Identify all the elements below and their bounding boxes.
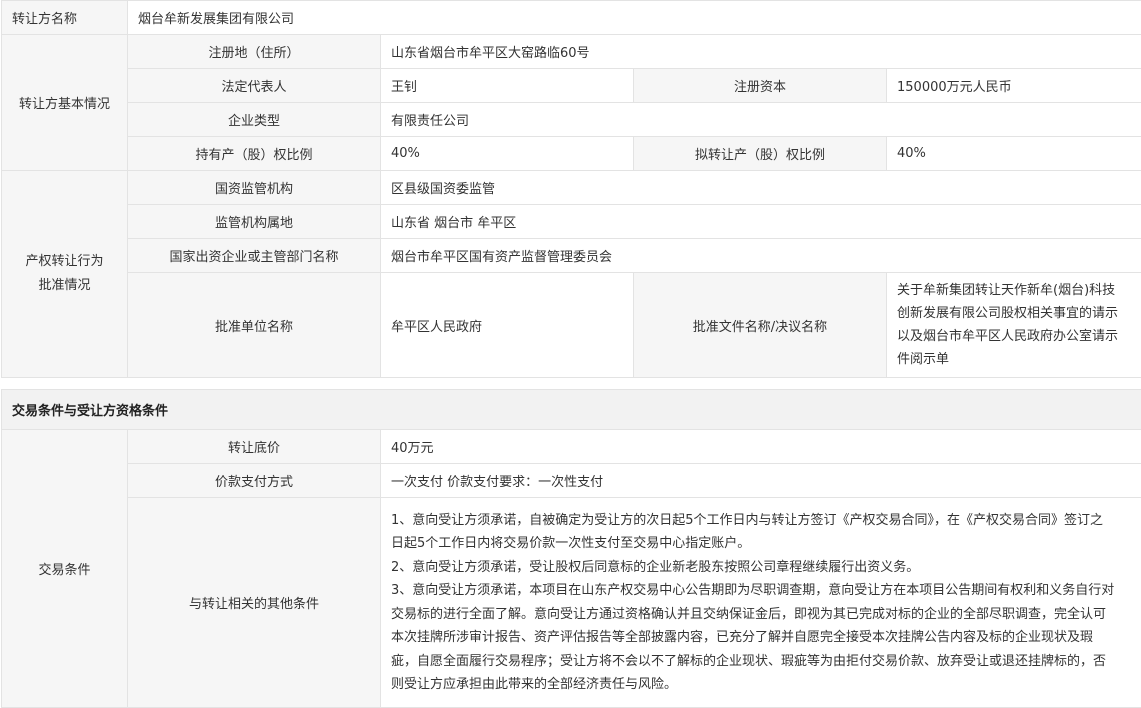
condition-line: 2、意向受让方须承诺，受让股权后同意标的企业新老股东按照公司章程继续履行出资义务…: [391, 556, 1131, 580]
price-label: 转让底价: [128, 430, 381, 464]
transferor-basic-label: 转让方基本情况: [2, 35, 128, 171]
approval-doc-line: 创新发展有限公司股权相关事宜的请示: [897, 302, 1131, 325]
transferor-name-value: 烟台牟新发展集团有限公司: [128, 1, 1141, 35]
approval-doc-label: 批准文件名称/决议名称: [634, 273, 887, 378]
trade-conditions-table: 交易条件与受让方资格条件 交易条件 转让底价 40万元 价款支付方式 一次支付 …: [1, 389, 1141, 708]
dept-value: 烟台市牟平区国有资产监督管理委员会: [381, 239, 1141, 273]
capital-value: 150000万元人民币: [887, 69, 1141, 103]
legal-rep-value: 王钊: [381, 69, 634, 103]
enterprise-type-value: 有限责任公司: [381, 103, 1141, 137]
transfer-ratio-value: 40%: [887, 137, 1141, 171]
hold-ratio-label: 持有产（股）权比例: [128, 137, 381, 171]
transferor-info-table: 转让方名称 烟台牟新发展集团有限公司 转让方基本情况 注册地（住所） 山东省烟台…: [1, 0, 1141, 378]
section-gap: [0, 379, 1141, 389]
other-conditions-label: 与转让相关的其他条件: [128, 498, 381, 708]
region-label: 监管机构属地: [128, 205, 381, 239]
payment-label: 价款支付方式: [128, 464, 381, 498]
region-value: 山东省 烟台市 牟平区: [381, 205, 1141, 239]
address-value: 山东省烟台市牟平区大窑路临60号: [381, 35, 1141, 69]
approval-section-label: 产权转让行为 批准情况: [2, 171, 128, 378]
approval-label-line2: 批准情况: [12, 274, 117, 298]
condition-line: 日起5个工作日内将交易价款一次性支付至交易中心指定账户。: [391, 532, 1131, 556]
approval-doc-line: 关于牟新集团转让天作新牟(烟台)科技: [897, 279, 1131, 302]
supervisor-value: 区县级国资委监管: [381, 171, 1141, 205]
approval-unit-value: 牟平区人民政府: [381, 273, 634, 378]
approval-doc-line: 件阅示单: [897, 348, 1131, 371]
approval-label-line1: 产权转让行为: [12, 250, 117, 274]
trade-section-title: 交易条件与受让方资格条件: [2, 390, 1141, 430]
condition-line: 则受让方应承担由此带来的全部经济责任与风险。: [391, 673, 1131, 697]
payment-value: 一次支付 价款支付要求：一次性支付: [381, 464, 1141, 498]
approval-unit-label: 批准单位名称: [128, 273, 381, 378]
approval-doc-line: 以及烟台市牟平区人民政府办公室请示: [897, 325, 1131, 348]
condition-line: 交易标的进行全面了解。意向受让方通过资格确认并且交纳保证金后，即视为其已完成对标…: [391, 603, 1131, 627]
legal-rep-label: 法定代表人: [128, 69, 381, 103]
dept-label: 国家出资企业或主管部门名称: [128, 239, 381, 273]
trade-conditions-label: 交易条件: [2, 430, 128, 708]
hold-ratio-value: 40%: [381, 137, 634, 171]
enterprise-type-label: 企业类型: [128, 103, 381, 137]
transferor-name-label: 转让方名称: [2, 1, 128, 35]
condition-line: 3、意向受让方须承诺，本项目在山东产权交易中心公告期即为尽职调查期，意向受让方在…: [391, 579, 1131, 603]
condition-line: 疵，自愿全面履行交易程序；受让方将不会以不了解标的企业现状、瑕疵等为由拒付交易价…: [391, 650, 1131, 674]
capital-label: 注册资本: [634, 69, 887, 103]
condition-line: 本次挂牌所涉审计报告、资产评估报告等全部披露内容，已充分了解并自愿完全接受本次挂…: [391, 626, 1131, 650]
address-label: 注册地（住所）: [128, 35, 381, 69]
supervisor-label: 国资监管机构: [128, 171, 381, 205]
other-conditions-value: 1、意向受让方须承诺，自被确定为受让方的次日起5个工作日内与转让方签订《产权交易…: [381, 498, 1141, 708]
price-value: 40万元: [381, 430, 1141, 464]
approval-doc-value: 关于牟新集团转让天作新牟(烟台)科技 创新发展有限公司股权相关事宜的请示 以及烟…: [887, 273, 1141, 378]
transfer-ratio-label: 拟转让产（股）权比例: [634, 137, 887, 171]
condition-line: 1、意向受让方须承诺，自被确定为受让方的次日起5个工作日内与转让方签订《产权交易…: [391, 509, 1131, 533]
